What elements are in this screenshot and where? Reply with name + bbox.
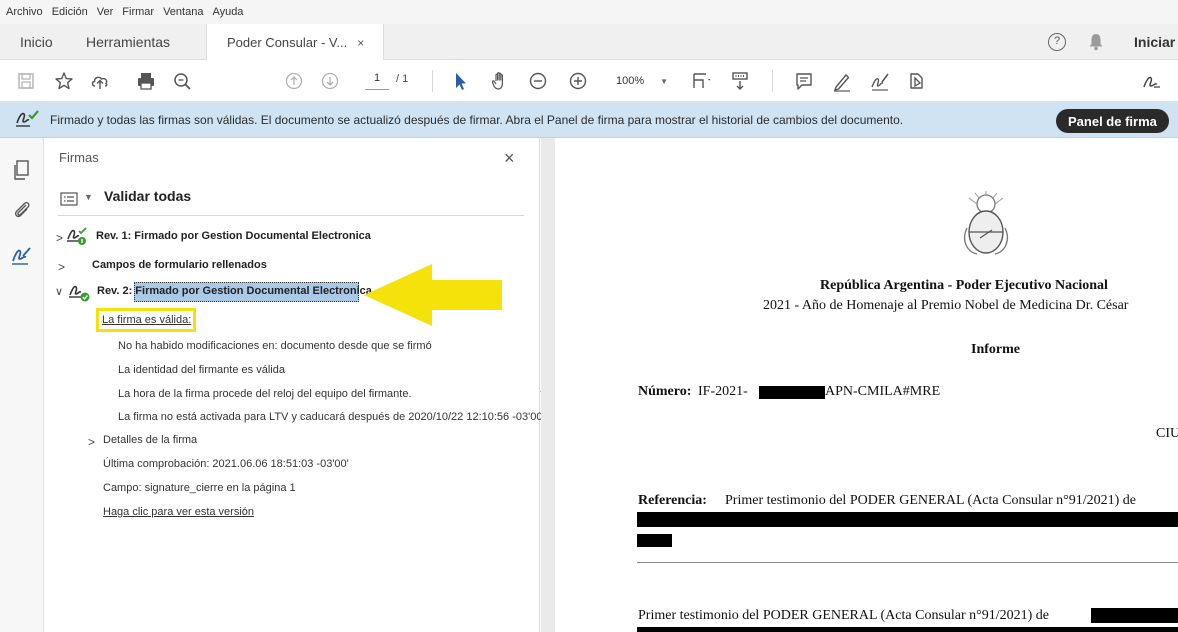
sign-tool-icon[interactable] <box>1138 66 1166 96</box>
document-header-title: República Argentina - Poder Ejecutivo Na… <box>820 278 1108 293</box>
revision-1-item[interactable]: Rev. 1: Firmado por Gestion Documental E… <box>96 230 371 242</box>
detail-no-modifications: No ha habido modificaciones en: document… <box>118 340 432 352</box>
star-icon[interactable] <box>50 66 78 96</box>
detail-identity-valid: La identidad del firmante es válida <box>118 364 285 376</box>
tab-home-label: Inicio <box>20 34 53 50</box>
redacted-block <box>759 386 825 399</box>
expand-chevron-icon[interactable]: > <box>56 231 63 245</box>
detail-ltv-expiry: La firma no está activada para LTV y cad… <box>118 411 545 423</box>
comment-icon[interactable] <box>790 66 818 96</box>
body-text: Primer testimonio del PODER GENERAL (Act… <box>638 608 1050 623</box>
signature-valid-icon <box>16 110 39 127</box>
help-icon[interactable]: ? <box>1048 33 1066 51</box>
menu-ventana[interactable]: Ventana <box>163 6 203 18</box>
detail-signing-time: La hora de la firma procede del reloj de… <box>118 388 412 400</box>
signin-button[interactable]: Iniciar <box>1134 34 1175 50</box>
next-page-icon[interactable] <box>316 66 344 96</box>
tab-close-icon[interactable]: × <box>357 36 364 50</box>
pages-icon[interactable] <box>10 158 34 182</box>
city-text: CIU <box>1156 426 1178 441</box>
zoom-in-icon[interactable] <box>564 66 592 96</box>
chevron-down-icon: ▼ <box>660 76 668 86</box>
notice-message: Firmado y todas las firmas son válidas. … <box>50 113 904 127</box>
menu-archivo[interactable]: Archivo <box>6 6 43 18</box>
document-header-subtitle: 2021 - Año de Homenaje al Premio Nobel d… <box>763 298 1129 313</box>
document-page: República Argentina - Poder Ejecutivo Na… <box>555 138 1178 632</box>
number-label: Número: <box>638 384 692 399</box>
tab-bar: Inicio Herramientas Poder Consular - V..… <box>0 24 1178 61</box>
redacted-block <box>637 627 1178 632</box>
tab-document-label: Poder Consular - V... <box>227 35 348 50</box>
zoom-dropdown[interactable]: 100% ▼ <box>612 71 672 91</box>
toolbar-divider <box>432 70 433 92</box>
menu-edicion[interactable]: Edición <box>52 6 88 18</box>
upload-cloud-icon[interactable] <box>86 66 114 96</box>
toolbar: 1 / 1 100% ▼ <box>0 60 1178 102</box>
signature-notice-bar: Firmado y todas las firmas son válidas. … <box>0 102 1178 138</box>
signature-panel-button[interactable]: Panel de firma <box>1056 109 1169 133</box>
select-cursor-icon[interactable] <box>446 66 474 96</box>
signatures-panel: Firmas × ▼ Validar todas > Rev. 1: Firma… <box>44 138 545 632</box>
print-icon[interactable] <box>132 66 160 96</box>
number-prefix: IF-2021- <box>698 384 748 399</box>
coat-of-arms-icon <box>963 191 1009 255</box>
tab-home[interactable]: Inicio <box>20 24 53 60</box>
save-icon[interactable] <box>12 66 40 96</box>
send-sign-icon[interactable] <box>902 66 930 96</box>
redacted-block <box>637 512 1178 527</box>
page-total: / 1 <box>396 73 409 85</box>
reference-label: Referencia: <box>638 493 707 508</box>
validate-all-row: ▼ Validar todas <box>58 182 524 216</box>
page-number-input[interactable]: 1 <box>365 72 389 90</box>
menu-firmar[interactable]: Firmar <box>122 6 154 18</box>
zoom-search-icon[interactable] <box>168 66 196 96</box>
signatures-panel-title: Firmas <box>59 150 99 165</box>
menu-ver[interactable]: Ver <box>97 6 114 18</box>
chevron-down-icon[interactable]: ▼ <box>84 192 93 202</box>
bell-icon[interactable] <box>1088 33 1104 51</box>
expand-chevron-icon[interactable]: > <box>58 260 65 274</box>
signature-details-item[interactable]: Detalles de la firma <box>103 434 197 446</box>
reference-text: Primer testimonio del PODER GENERAL (Act… <box>725 493 1137 508</box>
scroll-mode-icon[interactable] <box>726 66 754 96</box>
zoom-value: 100% <box>616 75 645 87</box>
tab-document[interactable]: Poder Consular - V... × <box>206 24 384 61</box>
toolbar-divider <box>772 70 773 92</box>
expand-chevron-icon[interactable]: > <box>88 435 95 449</box>
attachment-icon[interactable] <box>10 198 34 222</box>
fill-sign-icon[interactable] <box>866 66 894 96</box>
signature-valid-link[interactable]: La firma es válida: <box>102 314 191 326</box>
navigation-rail <box>0 138 44 632</box>
field-location-text: Campo: signature_cierre en la página 1 <box>103 482 296 494</box>
zoom-out-icon[interactable] <box>524 66 552 96</box>
previous-page-icon[interactable] <box>280 66 308 96</box>
validate-all-button[interactable]: Validar todas <box>104 188 191 204</box>
yellow-arrow-annotation <box>364 264 502 326</box>
signature-valid-icon <box>67 227 87 245</box>
view-version-link[interactable]: Haga clic para ver esta versión <box>103 506 254 518</box>
divider-line <box>637 562 1178 563</box>
document-viewer: República Argentina - Poder Ejecutivo Na… <box>541 138 1178 632</box>
menu-ayuda[interactable]: Ayuda <box>212 6 243 18</box>
page-fit-icon[interactable] <box>688 66 716 96</box>
highlight-pen-icon[interactable] <box>828 66 856 96</box>
menu-bar: Archivo Edición Ver Firmar Ventana Ayuda <box>0 0 1178 24</box>
tab-tools[interactable]: Herramientas <box>86 24 170 60</box>
options-menu-icon[interactable] <box>60 192 78 206</box>
form-fields-item[interactable]: Campos de formulario rellenados <box>92 259 267 271</box>
collapse-chevron-icon[interactable]: ∨ <box>55 285 63 298</box>
redacted-block <box>637 534 672 547</box>
revision-2-item[interactable]: Rev. 2: Firmado por Gestion Documental E… <box>97 285 372 297</box>
number-suffix: APN-CMILA#MRE <box>825 384 941 399</box>
signature-valid-icon <box>69 285 90 302</box>
redacted-block <box>1091 608 1178 623</box>
hand-tool-icon[interactable] <box>486 66 514 96</box>
tab-tools-label: Herramientas <box>86 34 171 50</box>
signatures-panel-icon[interactable] <box>10 244 34 268</box>
document-heading: Informe <box>971 342 1020 357</box>
last-check-text: Última comprobación: 2021.06.06 18:51:03… <box>103 458 349 470</box>
close-icon[interactable]: × <box>504 148 515 169</box>
